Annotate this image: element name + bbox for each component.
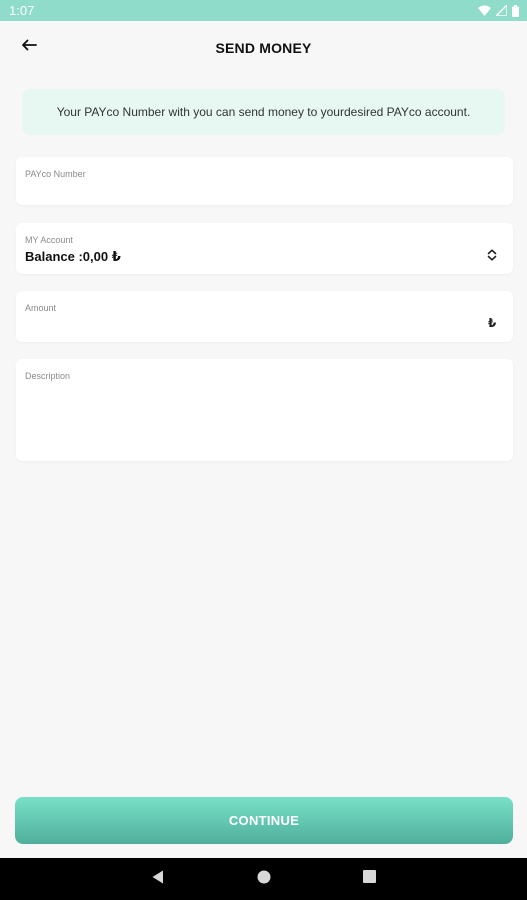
nav-home-button[interactable] xyxy=(256,870,272,889)
amount-field[interactable]: Amount ₺ xyxy=(16,291,513,342)
wifi-icon xyxy=(478,5,491,16)
status-icons xyxy=(478,4,519,17)
home-circle-icon xyxy=(257,870,271,889)
account-balance-value: Balance :0,00 ₺ xyxy=(25,249,121,264)
continue-button-label: CONTINUE xyxy=(228,813,300,828)
signal-icon xyxy=(496,5,507,16)
nav-back-button[interactable] xyxy=(150,870,166,889)
account-label: MY Account xyxy=(25,235,73,245)
page-title: SEND MONEY xyxy=(215,40,312,56)
lira-currency-icon: ₺ xyxy=(487,316,497,330)
amount-label: Amount xyxy=(25,303,57,313)
account-selector[interactable]: MY Account Balance :0,00 ₺ xyxy=(16,223,513,274)
payco-number-label: PAYco Number xyxy=(25,169,86,179)
status-bar: 1:07 xyxy=(0,0,527,21)
system-nav-bar xyxy=(0,858,527,900)
description-label: Description xyxy=(25,371,71,381)
info-banner: Your PAYco Number with you can send mone… xyxy=(22,89,505,135)
send-money-screen: 1:07 SEND MONEY Your PAYco Number with y xyxy=(0,0,527,900)
nav-recents-button[interactable] xyxy=(362,870,378,888)
description-field[interactable]: Description xyxy=(16,359,513,461)
continue-button[interactable]: CONTINUE xyxy=(15,797,513,844)
app-bar: SEND MONEY xyxy=(0,21,527,75)
back-triangle-icon xyxy=(152,870,164,889)
swap-vertical-icon xyxy=(485,248,499,262)
payco-number-field[interactable]: PAYco Number xyxy=(16,157,513,205)
info-banner-text: Your PAYco Number with you can send mone… xyxy=(56,105,471,119)
recents-square-icon xyxy=(363,870,376,888)
status-time: 1:07 xyxy=(9,3,35,18)
battery-icon xyxy=(512,4,519,17)
